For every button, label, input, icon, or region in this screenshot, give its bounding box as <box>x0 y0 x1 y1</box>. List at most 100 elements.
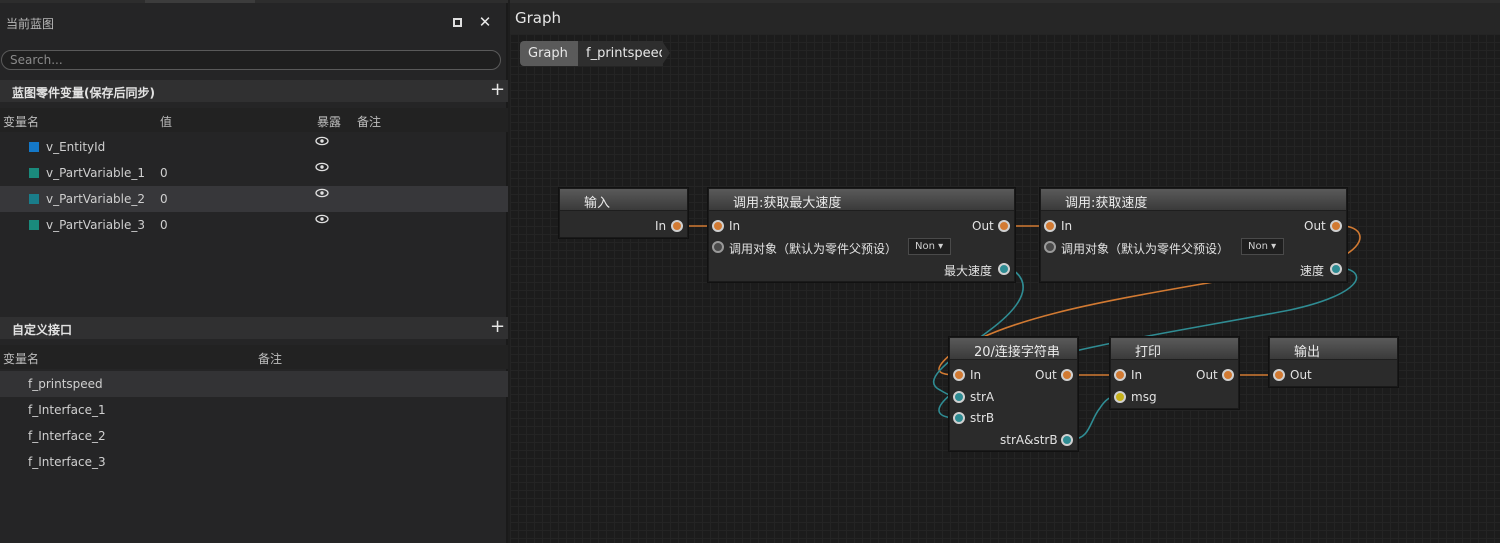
variable-color-swatch <box>29 168 39 178</box>
exec-in-pin[interactable] <box>1044 220 1056 232</box>
interface-section-header: 自定义接口 + <box>0 316 508 339</box>
pin-label: In <box>729 219 741 233</box>
exec-out-pin[interactable] <box>1330 220 1342 232</box>
target-dropdown[interactable]: Non ▾ <box>908 238 951 255</box>
eye-icon[interactable] <box>315 188 329 198</box>
panel-tab-strip <box>0 0 508 3</box>
node-concat-string[interactable]: 20/连接字符串 In Out strA strB strA&strB <box>949 337 1078 451</box>
add-variable-button[interactable]: + <box>490 79 505 101</box>
eye-icon[interactable] <box>315 136 329 146</box>
node-header[interactable]: 打印 <box>1111 338 1238 360</box>
target-pin[interactable] <box>712 241 724 253</box>
data-out-pin[interactable] <box>1330 263 1342 275</box>
variable-row[interactable]: v_PartVariable_3 0 <box>0 212 508 238</box>
exec-out-pin[interactable] <box>1222 369 1234 381</box>
target-pin[interactable] <box>1044 241 1056 253</box>
variable-name: v_PartVariable_2 <box>46 192 146 206</box>
exec-out-pin[interactable] <box>998 220 1010 232</box>
string-in-pin[interactable] <box>1114 391 1126 403</box>
variable-value[interactable]: 0 <box>160 166 168 180</box>
pin-label: Out <box>1290 368 1312 382</box>
node-title: 输出 <box>1294 345 1321 360</box>
pin-label: In <box>655 219 667 233</box>
variable-name: v_EntityId <box>46 140 106 154</box>
node-get-max-speed[interactable]: 调用:获取最大速度 In Out 调用对象（默认为零件父预设） Non ▾ 最大… <box>708 188 1015 282</box>
exec-out-pin[interactable] <box>671 220 683 232</box>
interface-row[interactable]: f_printspeed <box>0 371 508 397</box>
variable-color-swatch <box>29 142 39 152</box>
interface-name: f_Interface_1 <box>28 403 106 417</box>
variable-value[interactable]: 0 <box>160 218 168 232</box>
pin-label: 最大速度 <box>944 264 993 278</box>
data-out-pin[interactable] <box>998 263 1010 275</box>
variable-color-swatch <box>29 194 39 204</box>
pin-label: 速度 <box>1300 264 1325 278</box>
interface-name: f_Interface_2 <box>28 429 106 443</box>
variables-column-header: 变量名 值 暴露 备注 <box>0 108 508 132</box>
interface-column-header: 变量名 备注 <box>0 345 508 369</box>
variable-row[interactable]: v_PartVariable_2 0 <box>0 186 508 212</box>
eye-icon[interactable] <box>315 162 329 172</box>
node-header[interactable]: 20/连接字符串 <box>950 338 1077 360</box>
pin-label: Out <box>972 219 994 233</box>
col-note: 备注 <box>357 115 382 129</box>
node-header[interactable]: 调用:获取速度 <box>1041 189 1346 211</box>
node-input[interactable]: 输入 In <box>559 188 688 238</box>
interface-row[interactable]: f_Interface_3 <box>0 449 508 475</box>
pin-label: Out <box>1196 368 1218 382</box>
blueprint-panel: 当前蓝图 ✕ 蓝图零件变量(保存后同步) + 变量名 值 暴露 备注 v_Ent… <box>0 0 508 543</box>
node-output[interactable]: 输出 Out <box>1269 337 1398 387</box>
interface-name: f_printspeed <box>28 377 103 391</box>
pin-label: Out <box>1304 219 1326 233</box>
node-header[interactable]: 输入 <box>560 189 687 211</box>
data-out-pin[interactable] <box>1061 434 1073 446</box>
node-print[interactable]: 打印 In Out msg <box>1110 337 1239 409</box>
data-in-pin[interactable] <box>953 412 965 424</box>
col-name: 变量名 <box>3 115 40 129</box>
node-header[interactable]: 调用:获取最大速度 <box>709 189 1014 211</box>
interface-row[interactable]: f_Interface_2 <box>0 423 508 449</box>
pin-label: strB <box>970 411 995 425</box>
pin-label: strA&strB <box>1000 433 1058 447</box>
node-title: 20/连接字符串 <box>974 345 1060 360</box>
data-in-pin[interactable] <box>953 391 965 403</box>
target-dropdown[interactable]: Non ▾ <box>1241 238 1284 255</box>
node-header[interactable]: 输出 <box>1270 338 1397 360</box>
pin-label: In <box>1061 219 1073 233</box>
maximize-icon[interactable] <box>449 14 465 30</box>
eye-icon[interactable] <box>315 214 329 224</box>
variables-section-header: 蓝图零件变量(保存后同步) + <box>0 79 508 102</box>
exec-in-pin[interactable] <box>953 369 965 381</box>
variable-name: v_PartVariable_1 <box>46 166 146 180</box>
node-title: 调用:获取最大速度 <box>733 196 842 211</box>
interface-row[interactable]: f_Interface_1 <box>0 397 508 423</box>
search-input[interactable] <box>1 50 501 70</box>
pin-label: 调用对象（默认为零件父预设） <box>729 242 898 256</box>
pin-label: Out <box>1035 368 1057 382</box>
variable-name: v_PartVariable_3 <box>46 218 146 232</box>
variable-row[interactable]: v_PartVariable_1 0 <box>0 160 508 186</box>
variable-color-swatch <box>29 220 39 230</box>
exec-out-pin[interactable] <box>1061 369 1073 381</box>
node-title: 打印 <box>1135 345 1162 360</box>
exec-in-pin[interactable] <box>1114 369 1126 381</box>
variable-row[interactable]: v_EntityId <box>0 134 508 160</box>
col-name: 变量名 <box>3 352 40 366</box>
exec-in-pin[interactable] <box>712 220 724 232</box>
pin-label: In <box>1131 368 1143 382</box>
close-icon[interactable]: ✕ <box>477 13 493 31</box>
interface-section-title: 自定义接口 <box>12 323 73 337</box>
exec-in-pin[interactable] <box>1273 369 1285 381</box>
node-get-speed[interactable]: 调用:获取速度 In Out 调用对象（默认为零件父预设） Non ▾ 速度 <box>1040 188 1347 282</box>
graph-canvas[interactable]: Graph Graph f_printspeed 输入 In 调用:获取最大速度… <box>510 0 1500 543</box>
interface-name: f_Interface_3 <box>28 455 106 469</box>
add-interface-button[interactable]: + <box>490 316 505 338</box>
pin-label: 调用对象（默认为零件父预设） <box>1061 242 1230 256</box>
node-title: 调用:获取速度 <box>1065 196 1148 211</box>
panel-tab-accent <box>145 0 255 3</box>
col-expose: 暴露 <box>317 115 342 129</box>
node-title: 输入 <box>584 196 611 211</box>
variable-value[interactable]: 0 <box>160 192 168 206</box>
pin-label: msg <box>1131 390 1157 404</box>
panel-title: 当前蓝图 <box>6 17 55 31</box>
